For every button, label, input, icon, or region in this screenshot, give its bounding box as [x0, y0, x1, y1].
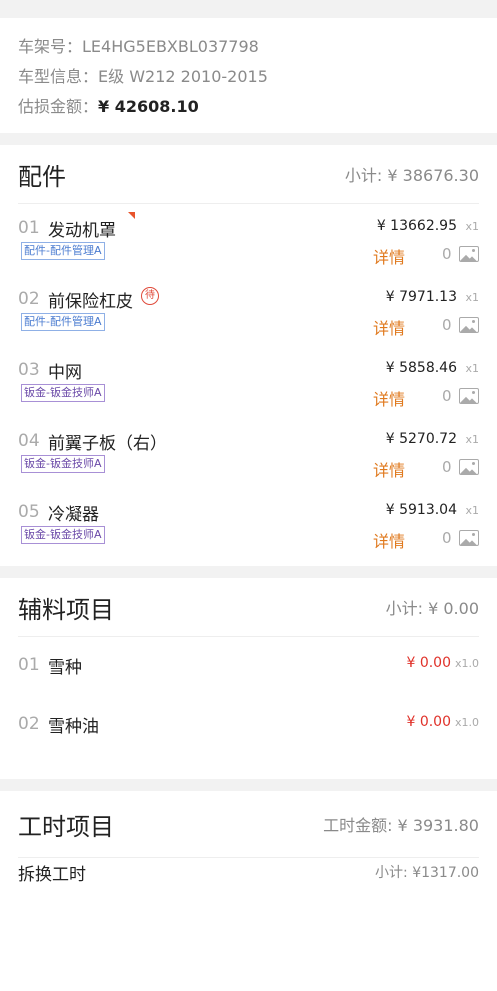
aux-section: 辅料项目 小计: ¥ 0.00 01 雪种 ¥ 0.00 x1.0 02 雪种油…: [0, 578, 497, 779]
aux-qty: x1.0: [454, 716, 479, 729]
part-index: 03: [18, 360, 40, 380]
part-index: 05: [18, 502, 40, 522]
part-tag: 钣金-钣金技师A: [21, 455, 105, 473]
photo-count: 0: [442, 529, 452, 547]
part-row-2: 02 前保险杠皮 待 配件-配件管理A ¥ 7971.13 x1 详情 0: [18, 275, 479, 346]
part-name: 发动机罩: [48, 221, 116, 241]
pending-badge: 待: [141, 287, 159, 305]
parts-list: 01 发动机罩 配件-配件管理A ¥ 13662.95 x1 详情 0 02 前…: [0, 204, 497, 559]
image-icon[interactable]: [459, 530, 479, 546]
part-qty: x1: [465, 291, 479, 304]
part-tag: 配件-配件管理A: [21, 313, 105, 331]
labor-title: 工时项目: [18, 812, 114, 841]
photo-count: 0: [442, 387, 452, 405]
aux-row-1: 01 雪种 ¥ 0.00 x1.0: [18, 637, 479, 696]
aux-row-2: 02 雪种油 ¥ 0.00 x1.0: [18, 696, 479, 755]
part-row-5: 05 冷凝器 钣金-钣金技师A ¥ 5913.04 x1 详情 0: [18, 488, 479, 559]
vin-row: 车架号：LE4HG5EBXBL037798: [18, 33, 259, 57]
part-row-1: 01 发动机罩 配件-配件管理A ¥ 13662.95 x1 详情 0: [18, 204, 479, 275]
detail-link[interactable]: 详情: [373, 528, 405, 552]
aux-index: 02: [18, 714, 40, 734]
aux-subtotal: 小计: ¥ 0.00: [385, 599, 479, 618]
photo-count: 0: [442, 316, 452, 334]
labor-sub-header: 拆换工时 小计: ¥1317.00: [18, 858, 479, 898]
aux-index: 01: [18, 655, 40, 675]
labor-sub-subtotal: 小计: ¥1317.00: [375, 865, 479, 881]
part-name: 中网: [48, 363, 82, 383]
loss-row: 估损金额：¥ 42608.10: [18, 93, 199, 117]
aux-name: 雪种: [48, 658, 82, 678]
part-index: 04: [18, 431, 40, 451]
part-index: 02: [18, 289, 40, 309]
part-qty: x1: [465, 220, 479, 233]
vin-value: LE4HG5EBXBL037798: [82, 37, 259, 56]
model-row: 车型信息：E级 W212 2010-2015: [18, 63, 268, 87]
part-name: 前翼子板（右）: [48, 434, 167, 454]
part-name: 前保险杠皮: [48, 292, 133, 312]
aux-qty: x1.0: [454, 657, 479, 670]
photo-count: 0: [442, 458, 452, 476]
part-price: ¥ 5270.72: [385, 431, 457, 447]
labor-sub-title: 拆换工时: [18, 865, 86, 885]
part-tag: 钣金-钣金技师A: [21, 384, 105, 402]
part-name: 冷凝器: [48, 505, 99, 525]
aux-name: 雪种油: [48, 717, 99, 737]
aux-title: 辅料项目: [18, 595, 114, 624]
vehicle-info-card: 车架号：LE4HG5EBXBL037798 车型信息：E级 W212 2010-…: [0, 18, 497, 133]
parts-subtotal: 小计: ¥ 38676.30: [344, 166, 479, 185]
top-spacer: [0, 0, 497, 18]
part-tag: 配件-配件管理A: [21, 242, 105, 260]
part-qty: x1: [465, 504, 479, 517]
detail-link[interactable]: 详情: [373, 244, 405, 268]
part-index: 01: [18, 218, 40, 238]
detail-link[interactable]: 详情: [373, 457, 405, 481]
parts-section: 配件 小计: ¥ 38676.30 01 发动机罩 配件-配件管理A ¥ 136…: [0, 145, 497, 566]
part-tag: 钣金-钣金技师A: [21, 526, 105, 544]
aux-price: ¥ 0.00: [406, 655, 451, 671]
image-icon[interactable]: [459, 317, 479, 333]
labor-section: 工时项目 工时金额: ¥ 3931.80 拆换工时 小计: ¥1317.00: [0, 791, 497, 991]
aux-price: ¥ 0.00: [406, 714, 451, 730]
part-qty: x1: [465, 362, 479, 375]
aux-header: 辅料项目 小计: ¥ 0.00: [18, 578, 479, 637]
parts-header: 配件 小计: ¥ 38676.30: [18, 145, 479, 204]
image-icon[interactable]: [459, 388, 479, 404]
part-price: ¥ 7971.13: [385, 289, 457, 305]
part-qty: x1: [465, 433, 479, 446]
part-price: ¥ 5913.04: [385, 502, 457, 518]
image-icon[interactable]: [459, 246, 479, 262]
image-icon[interactable]: [459, 459, 479, 475]
detail-link[interactable]: 详情: [373, 386, 405, 410]
part-price: ¥ 13662.95: [376, 218, 457, 234]
parts-title: 配件: [18, 162, 66, 191]
model-value: E级 W212 2010-2015: [98, 67, 268, 86]
loss-amount: ¥ 42608.10: [98, 97, 199, 116]
model-label: 车型信息：: [18, 67, 99, 86]
labor-header: 工时项目 工时金额: ¥ 3931.80: [18, 791, 479, 858]
part-row-3: 03 中网 钣金-钣金技师A ¥ 5858.46 x1 详情 0: [18, 346, 479, 417]
photo-count: 0: [442, 245, 452, 263]
flag-icon: [128, 212, 135, 219]
vin-label: 车架号：: [18, 37, 83, 56]
loss-label: 估损金额：: [18, 97, 99, 116]
part-row-4: 04 前翼子板（右） 钣金-钣金技师A ¥ 5270.72 x1 详情 0: [18, 417, 479, 488]
labor-amount: 工时金额: ¥ 3931.80: [323, 816, 479, 835]
detail-link[interactable]: 详情: [373, 315, 405, 339]
part-price: ¥ 5858.46: [385, 360, 457, 376]
